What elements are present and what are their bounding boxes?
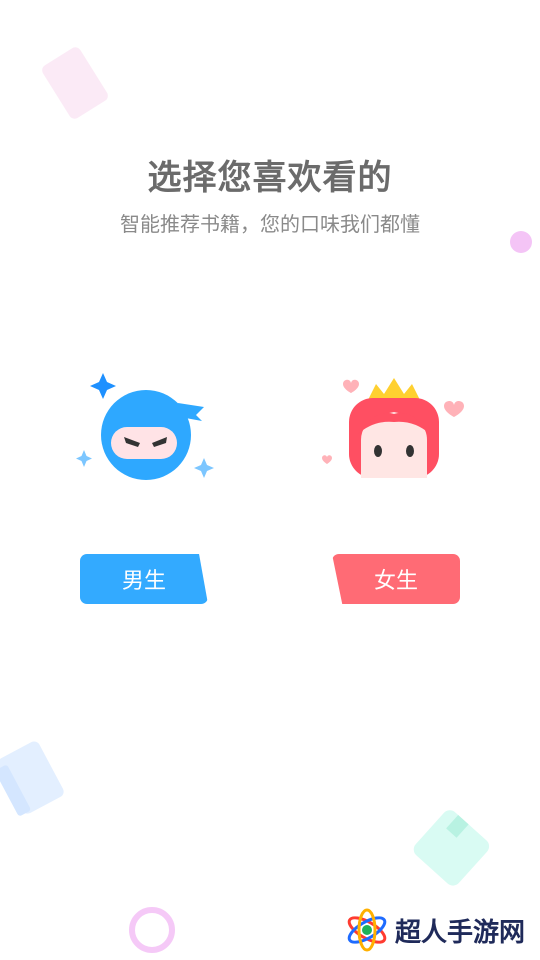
book-decoration-right-icon [413, 810, 490, 886]
page-subtitle: 智能推荐书籍，您的口味我们都懂 [120, 212, 420, 236]
ninja-boy-icon[interactable] [70, 365, 220, 490]
watermark: 超人手游网 [345, 905, 535, 955]
page-title: 选择您喜欢看的 [147, 158, 393, 198]
book-decoration-icon [42, 47, 108, 119]
male-button[interactable]: 男生 [80, 554, 208, 604]
book-decoration-left-icon [0, 741, 64, 816]
atom-logo-icon [347, 908, 387, 952]
princess-girl-icon[interactable] [318, 372, 470, 490]
female-button[interactable]: 女生 [332, 554, 460, 604]
watermark-text: 超人手游网 [395, 917, 526, 948]
ring-decoration-icon [129, 907, 175, 953]
